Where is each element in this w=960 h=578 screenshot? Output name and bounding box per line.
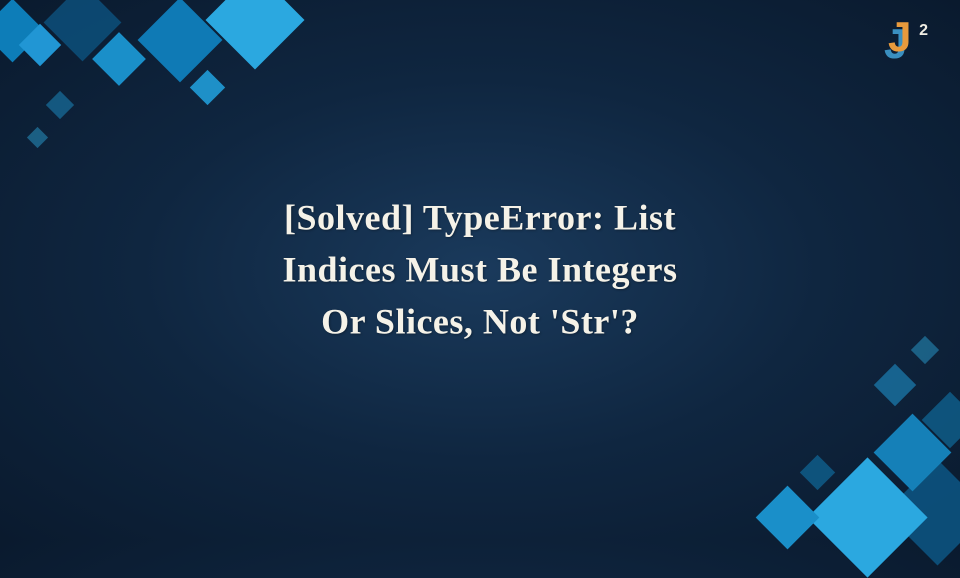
decorative-square [190, 70, 225, 105]
site-logo: J J 2 [882, 18, 932, 68]
decorative-square [27, 127, 48, 148]
logo-letter: J [888, 13, 911, 61]
decorative-square [800, 455, 835, 490]
title-line-3: Or Slices, Not 'Str'? [321, 302, 639, 342]
decorative-square [206, 0, 305, 69]
title-line-1: [Solved] TypeError: List [284, 198, 676, 238]
decorative-square [46, 91, 74, 119]
title-container: [Solved] TypeError: List Indices Must Be… [144, 192, 816, 349]
decorative-square [138, 0, 223, 82]
title-line-2: Indices Must Be Integers [283, 250, 678, 290]
logo-superscript: 2 [919, 22, 928, 40]
article-title: [Solved] TypeError: List Indices Must Be… [144, 192, 816, 349]
decorative-square [874, 364, 916, 406]
decorative-square [911, 336, 939, 364]
